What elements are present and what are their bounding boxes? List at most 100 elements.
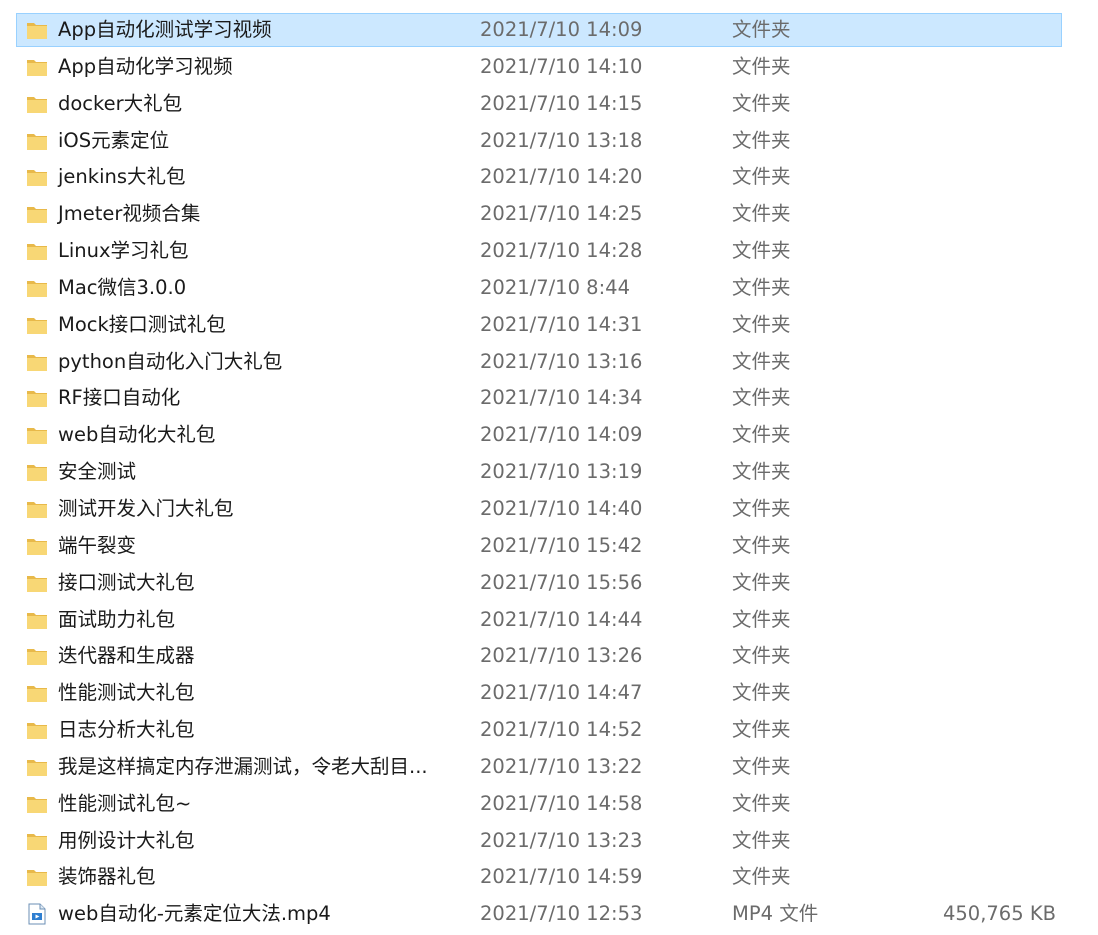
file-row[interactable]: 性能测试大礼包 2021/7/10 14:47 文件夹 (0, 675, 1098, 712)
file-name[interactable]: Mock接口测试礼包 (58, 313, 226, 337)
folder-icon (26, 756, 48, 778)
file-modified-date: 2021/7/10 14:59 (480, 865, 643, 889)
file-row[interactable]: 接口测试大礼包 2021/7/10 15:56 文件夹 (0, 565, 1098, 602)
folder-icon (26, 645, 48, 667)
file-name[interactable]: Linux学习礼包 (58, 239, 189, 263)
file-name[interactable]: web自动化大礼包 (58, 423, 215, 447)
file-name[interactable]: 装饰器礼包 (58, 865, 156, 889)
file-modified-date: 2021/7/10 15:56 (480, 570, 643, 594)
file-row[interactable]: Linux学习礼包 2021/7/10 14:28 文件夹 (0, 233, 1098, 270)
file-modified-date: 2021/7/10 15:42 (480, 533, 643, 557)
file-name[interactable]: 日志分析大礼包 (58, 718, 195, 742)
file-name[interactable]: App自动化测试学习视频 (58, 18, 272, 42)
file-row[interactable]: web自动化大礼包 2021/7/10 14:09 文件夹 (0, 417, 1098, 454)
file-row[interactable]: App自动化学习视频 2021/7/10 14:10 文件夹 (0, 49, 1098, 86)
file-modified-date: 2021/7/10 14:52 (480, 718, 643, 742)
folder-icon (26, 19, 48, 41)
file-name[interactable]: 安全测试 (58, 460, 136, 484)
file-row[interactable]: RF接口自动化 2021/7/10 14:34 文件夹 (0, 380, 1098, 417)
file-name[interactable]: 我是这样搞定内存泄漏测试，令老大刮目... (58, 755, 428, 779)
file-type: 文件夹 (732, 239, 791, 263)
file-type: 文件夹 (732, 644, 791, 668)
file-row[interactable]: 面试助力礼包 2021/7/10 14:44 文件夹 (0, 602, 1098, 639)
file-name[interactable]: App自动化学习视频 (58, 55, 233, 79)
folder-icon (26, 130, 48, 152)
file-type: 文件夹 (732, 165, 791, 189)
file-modified-date: 2021/7/10 14:09 (480, 18, 643, 41)
file-row[interactable]: 迭代器和生成器 2021/7/10 13:26 文件夹 (0, 638, 1098, 675)
file-name[interactable]: 测试开发入门大礼包 (58, 497, 234, 521)
folder-icon (26, 277, 48, 299)
file-name[interactable]: python自动化入门大礼包 (58, 350, 282, 374)
file-name[interactable]: Mac微信3.0.0 (58, 276, 186, 300)
file-modified-date: 2021/7/10 14:44 (480, 607, 643, 631)
file-modified-date: 2021/7/10 14:15 (480, 91, 643, 115)
file-type: 文件夹 (732, 349, 791, 373)
folder-icon (26, 719, 48, 741)
file-modified-date: 2021/7/10 8:44 (480, 275, 630, 299)
folder-icon (26, 498, 48, 520)
folder-icon (26, 56, 48, 78)
file-modified-date: 2021/7/10 14:20 (480, 165, 643, 189)
file-name[interactable]: 性能测试礼包~ (58, 792, 191, 816)
file-row[interactable]: Mac微信3.0.0 2021/7/10 8:44 文件夹 (0, 270, 1098, 307)
file-name[interactable]: jenkins大礼包 (58, 165, 186, 189)
file-row[interactable]: 测试开发入门大礼包 2021/7/10 14:40 文件夹 (0, 491, 1098, 528)
file-modified-date: 2021/7/10 13:26 (480, 644, 643, 668)
file-row-selected[interactable]: App自动化测试学习视频 2021/7/10 14:09 文件夹 (0, 12, 1098, 49)
file-modified-date: 2021/7/10 13:19 (480, 460, 643, 484)
file-row[interactable]: 装饰器礼包 2021/7/10 14:59 文件夹 (0, 859, 1098, 896)
file-type: MP4 文件 (732, 902, 819, 926)
file-name[interactable]: 用例设计大礼包 (58, 829, 195, 853)
file-type: 文件夹 (732, 791, 791, 815)
file-row[interactable]: 端午裂变 2021/7/10 15:42 文件夹 (0, 528, 1098, 565)
folder-icon (26, 609, 48, 631)
file-row[interactable]: python自动化入门大礼包 2021/7/10 13:16 文件夹 (0, 344, 1098, 381)
file-modified-date: 2021/7/10 14:09 (480, 423, 643, 447)
file-type: 文件夹 (732, 423, 791, 447)
file-row[interactable]: Jmeter视频合集 2021/7/10 14:25 文件夹 (0, 196, 1098, 233)
file-row[interactable]: Mock接口测试礼包 2021/7/10 14:31 文件夹 (0, 307, 1098, 344)
file-modified-date: 2021/7/10 14:40 (480, 496, 643, 520)
folder-icon (26, 572, 48, 594)
file-row[interactable]: 性能测试礼包~ 2021/7/10 14:58 文件夹 (0, 786, 1098, 823)
file-modified-date: 2021/7/10 14:25 (480, 202, 643, 226)
file-type: 文件夹 (732, 754, 791, 778)
file-row[interactable]: docker大礼包 2021/7/10 14:15 文件夹 (0, 86, 1098, 123)
file-name[interactable]: docker大礼包 (58, 92, 182, 116)
file-type: 文件夹 (732, 828, 791, 852)
file-row[interactable]: 用例设计大礼包 2021/7/10 13:23 文件夹 (0, 823, 1098, 860)
file-name[interactable]: RF接口自动化 (58, 386, 180, 410)
folder-icon (26, 461, 48, 483)
file-type: 文件夹 (732, 18, 791, 41)
file-type: 文件夹 (732, 312, 791, 336)
folder-icon (26, 351, 48, 373)
file-name[interactable]: iOS元素定位 (58, 129, 169, 153)
file-row[interactable]: 日志分析大礼包 2021/7/10 14:52 文件夹 (0, 712, 1098, 749)
file-row[interactable]: web自动化-元素定位大法.mp4 2021/7/10 12:53 MP4 文件 45… (0, 896, 1098, 933)
file-name[interactable]: 迭代器和生成器 (58, 644, 195, 668)
folder-icon (26, 424, 48, 446)
file-type: 文件夹 (732, 607, 791, 631)
file-type: 文件夹 (732, 681, 791, 705)
file-type: 文件夹 (732, 386, 791, 410)
file-type: 文件夹 (732, 275, 791, 299)
file-row[interactable]: 安全测试 2021/7/10 13:19 文件夹 (0, 454, 1098, 491)
file-name[interactable]: web自动化-元素定位大法.mp4 (58, 902, 331, 926)
folder-icon (26, 866, 48, 888)
file-type: 文件夹 (732, 496, 791, 520)
file-name[interactable]: 性能测试大礼包 (58, 681, 195, 705)
file-row[interactable]: 我是这样搞定内存泄漏测试，令老大刮目... 2021/7/10 13:22 文件夹 (0, 749, 1098, 786)
file-row[interactable]: iOS元素定位 2021/7/10 13:18 文件夹 (0, 123, 1098, 160)
file-type: 文件夹 (732, 865, 791, 889)
file-name[interactable]: 接口测试大礼包 (58, 571, 195, 595)
file-name[interactable]: 面试助力礼包 (58, 608, 175, 632)
file-list: App自动化测试学习视频 2021/7/10 14:09 文件夹 App自动化学习视… (0, 0, 1098, 935)
file-name[interactable]: Jmeter视频合集 (58, 202, 200, 226)
file-name[interactable]: 端午裂变 (58, 534, 136, 558)
folder-icon (26, 314, 48, 336)
file-type: 文件夹 (732, 570, 791, 594)
file-type: 文件夹 (732, 91, 791, 115)
file-modified-date: 2021/7/10 14:47 (480, 681, 643, 705)
file-row[interactable]: jenkins大礼包 2021/7/10 14:20 文件夹 (0, 159, 1098, 196)
